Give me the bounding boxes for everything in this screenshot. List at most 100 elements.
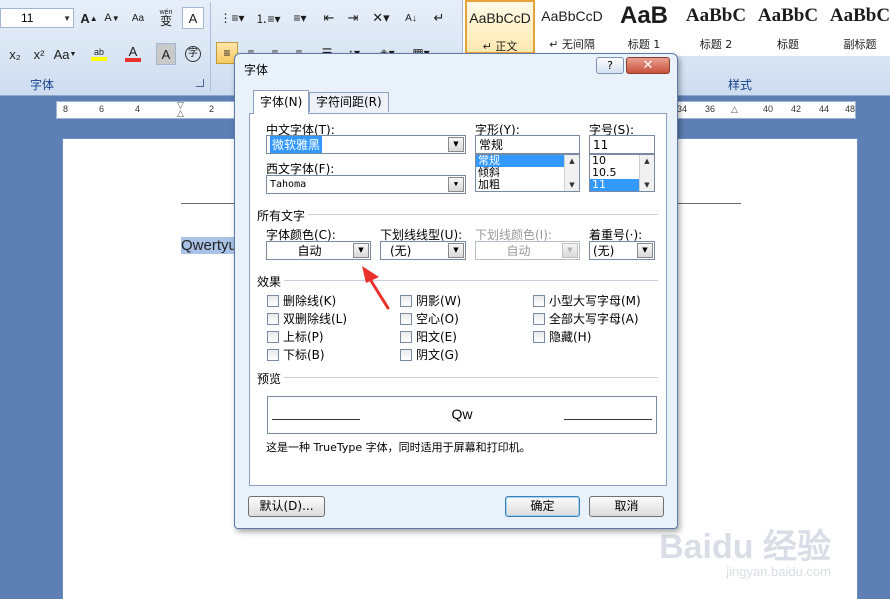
checkbox-icon[interactable]: [267, 312, 279, 325]
font-color-button[interactable]: A: [118, 43, 148, 65]
cancel-button[interactable]: 取消: [589, 496, 664, 517]
scroll-up-icon[interactable]: ▲: [640, 155, 654, 167]
all-caps-checkbox[interactable]: 全部大写字母(A): [533, 310, 639, 327]
scrollbar[interactable]: ▲ ▼: [639, 155, 654, 191]
checkbox-icon[interactable]: [533, 312, 545, 325]
engrave-checkbox[interactable]: 阴文(G): [400, 346, 459, 363]
bullets-button[interactable]: ⋮≡▾: [216, 7, 248, 29]
highlight-button[interactable]: ab: [84, 43, 114, 65]
chevron-down-icon[interactable]: ▼: [448, 177, 464, 192]
subscript-checkbox[interactable]: 下标(B): [267, 346, 325, 363]
checkbox-icon[interactable]: [400, 294, 412, 307]
checkbox-icon[interactable]: [400, 348, 412, 361]
font-size-value: 11: [21, 11, 34, 25]
outline-checkbox[interactable]: 空心(O): [400, 310, 459, 327]
right-indent-marker-icon[interactable]: △: [731, 105, 738, 115]
font-style-list[interactable]: 常规 倾斜 加粗 ▲ ▼: [475, 154, 580, 192]
dialog-titlebar[interactable]: 字体 ? ✕: [235, 54, 677, 80]
strikethrough-checkbox[interactable]: 删除线(K): [267, 292, 336, 309]
effects-section-label: 效果: [257, 275, 282, 289]
change-case-button[interactable]: Aa ▼: [52, 43, 78, 65]
shadow-checkbox[interactable]: 阴影(W): [400, 292, 461, 309]
font-group-label: 字体: [30, 78, 55, 92]
phonetic-guide-button[interactable]: wén 变: [154, 6, 178, 28]
sort-button[interactable]: A↓: [400, 7, 422, 29]
style-normal[interactable]: AaBbCcD ↵ 正文: [465, 0, 535, 54]
styles-gallery: AaBbCcD ↵ 正文 AaBbCcD ↵ 无间隔 AaB 标题 1 AaBb…: [462, 0, 890, 56]
style-heading-1[interactable]: AaB 标题 1: [609, 0, 679, 54]
western-font-select[interactable]: Tahoma ▼: [266, 175, 466, 194]
enclose-char-button[interactable]: 字: [182, 43, 204, 65]
preview-box: Qw: [267, 396, 657, 434]
style-no-spacing[interactable]: AaBbCcD ↵ 无间隔: [537, 0, 607, 54]
chinese-layout-button[interactable]: ✕▾: [366, 7, 396, 29]
chevron-down-icon[interactable]: ▼: [353, 243, 369, 258]
numbering-button[interactable]: ⒈≡▾: [252, 7, 284, 29]
baidu-watermark: Baidu 经验 jingyan.baidu.com: [659, 528, 831, 579]
checkbox-icon[interactable]: [267, 330, 279, 343]
font-size-input[interactable]: 11: [589, 135, 655, 154]
underline-color-select: 自动 ▼: [475, 241, 580, 260]
checkbox-icon[interactable]: [267, 294, 279, 307]
superscript-button[interactable]: x²: [28, 43, 50, 65]
chevron-down-icon: ▼: [63, 14, 71, 23]
tab-font[interactable]: 字体(N): [253, 90, 310, 114]
style-title[interactable]: AaBbC 标题: [753, 0, 823, 54]
set-default-button[interactable]: 默认(D)...: [248, 496, 325, 517]
checkbox-icon[interactable]: [400, 330, 412, 343]
section-divider: [284, 280, 658, 281]
all-text-section-label: 所有文字: [257, 209, 306, 223]
close-button[interactable]: ✕: [626, 57, 670, 74]
emphasis-mark-select[interactable]: (无) ▼: [589, 241, 655, 260]
scrollbar[interactable]: ▲ ▼: [564, 155, 579, 191]
char-border-button[interactable]: A: [182, 7, 204, 29]
emboss-checkbox[interactable]: 阳文(E): [400, 328, 457, 345]
document-text[interactable]: Qwertyu: [181, 237, 237, 254]
underline-style-select[interactable]: (无) ▼: [380, 241, 466, 260]
font-color-select[interactable]: 自动 ▼: [266, 241, 371, 260]
scroll-down-icon[interactable]: ▼: [565, 179, 579, 191]
preview-section-label: 预览: [257, 372, 282, 386]
dialog-body: 字体(N) 字符间距(R) 中文字体(T): 微软雅黑 ▼ 西文字体(F): T…: [241, 82, 671, 492]
chevron-down-icon[interactable]: ▼: [448, 137, 464, 152]
checkbox-icon[interactable]: [267, 348, 279, 361]
dialog-launcher-icon[interactable]: [196, 79, 204, 87]
preview-note: 这是一种 TrueType 字体，同时适用于屏幕和打印机。: [266, 441, 531, 454]
decrease-indent-button[interactable]: ⇤: [318, 7, 340, 29]
char-shading-button[interactable]: A: [156, 43, 176, 65]
chinese-font-select[interactable]: 微软雅黑 ▼: [266, 135, 466, 154]
preview-line-right: [564, 419, 652, 420]
section-divider: [284, 377, 658, 378]
chevron-down-icon[interactable]: ▼: [448, 243, 464, 258]
indent-marker-icon[interactable]: ▽ △: [177, 102, 184, 119]
hidden-checkbox[interactable]: 隐藏(H): [533, 328, 591, 345]
scroll-up-icon[interactable]: ▲: [565, 155, 579, 167]
subscript-button[interactable]: x₂: [4, 43, 26, 65]
grow-font-button[interactable]: A ▲: [78, 7, 100, 29]
style-subtitle[interactable]: AaBbC 副标题: [825, 0, 890, 54]
section-divider: [308, 214, 658, 215]
font-style-input[interactable]: 常规: [475, 135, 580, 154]
scroll-down-icon[interactable]: ▼: [640, 179, 654, 191]
chevron-down-icon: ▼: [562, 243, 578, 258]
show-marks-button[interactable]: ↵: [428, 7, 450, 29]
help-button[interactable]: ?: [596, 57, 624, 74]
chevron-down-icon[interactable]: ▼: [637, 243, 653, 258]
styles-group-label: 样式: [728, 78, 753, 92]
tab-character-spacing[interactable]: 字符间距(R): [309, 92, 389, 112]
superscript-checkbox[interactable]: 上标(P): [267, 328, 324, 345]
font-size-combo[interactable]: 11 ▼: [0, 8, 74, 28]
clear-format-button[interactable]: Aa: [126, 7, 150, 29]
checkbox-icon[interactable]: [533, 294, 545, 307]
dialog-title: 字体: [244, 63, 269, 77]
style-heading-2[interactable]: AaBbC 标题 2: [681, 0, 751, 54]
multilevel-list-button[interactable]: ≡▾: [287, 7, 313, 29]
font-size-list[interactable]: 10 10.5 11 ▲ ▼: [589, 154, 655, 192]
small-caps-checkbox[interactable]: 小型大写字母(M): [533, 292, 641, 309]
ok-button[interactable]: 确定: [505, 496, 580, 517]
shrink-font-button[interactable]: A ▼: [101, 7, 123, 29]
checkbox-icon[interactable]: [400, 312, 412, 325]
increase-indent-button[interactable]: ⇥: [342, 7, 364, 29]
checkbox-icon[interactable]: [533, 330, 545, 343]
double-strikethrough-checkbox[interactable]: 双删除线(L): [267, 310, 347, 327]
